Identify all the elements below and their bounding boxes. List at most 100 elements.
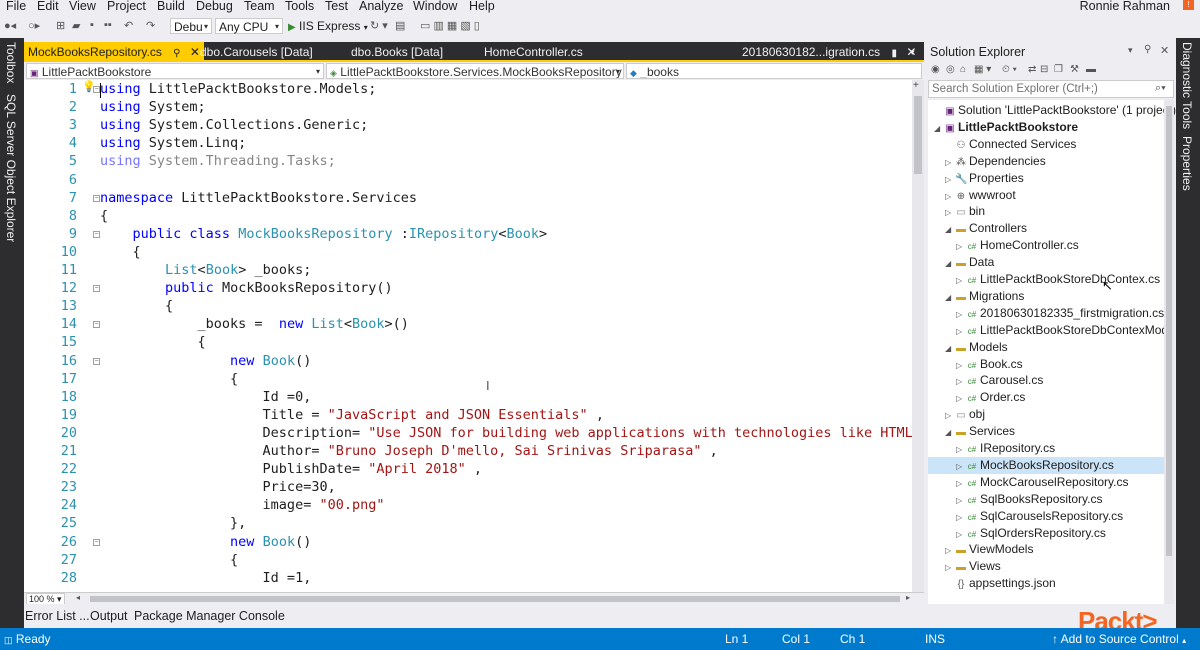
collapsed-arrow-icon[interactable]: ▷ bbox=[956, 373, 966, 390]
redo-icon[interactable]: ↷ bbox=[146, 19, 155, 33]
tree-item[interactable]: ▷ ⁂ Dependencies bbox=[945, 153, 1046, 170]
tree-item[interactable]: ▷ 🔧 Properties bbox=[945, 170, 1024, 187]
tree-item[interactable]: ▷ c# 20180630182335_firstmigration.cs bbox=[956, 305, 1164, 322]
tree-item[interactable]: ◢ ▬ Controllers bbox=[945, 220, 1027, 237]
collapsed-arrow-icon[interactable]: ▷ bbox=[956, 475, 966, 492]
code-line[interactable]: PublishDate= "April 2018" , bbox=[100, 461, 483, 477]
menu-edit[interactable]: Edit bbox=[37, 0, 59, 13]
code-line[interactable]: { bbox=[100, 371, 238, 387]
navigate-back-icon[interactable]: ●◂ bbox=[4, 19, 16, 33]
code-line[interactable]: { bbox=[100, 208, 108, 224]
properties-wrench-icon[interactable]: ⚒ bbox=[1070, 64, 1079, 75]
diagnostic-tools-tab[interactable]: Diagnostic Tools bbox=[1180, 42, 1194, 129]
tree-item[interactable]: ▷ c# LittlePacktBookStoreDbContex.cs bbox=[956, 271, 1160, 288]
project-dropdown[interactable]: ▣ LittlePacktBookstore ▾ bbox=[26, 63, 324, 79]
menu-file[interactable]: File bbox=[6, 0, 26, 13]
expanded-arrow-icon[interactable]: ◢ bbox=[945, 221, 955, 238]
collapsed-arrow-icon[interactable]: ▷ bbox=[956, 390, 966, 407]
tree-item[interactable]: ▷ c# LittlePacktBookStoreDbContexMod bbox=[956, 322, 1168, 339]
collapsed-arrow-icon[interactable]: ▷ bbox=[956, 441, 966, 458]
collapse-all-icon[interactable]: ⊟ bbox=[1040, 64, 1048, 75]
code-line[interactable]: Title = "JavaScript and JSON Essentials"… bbox=[100, 407, 604, 423]
tree-item[interactable]: ▷ c# MockCarouselRepository.cs bbox=[956, 474, 1129, 491]
menu-analyze[interactable]: Analyze bbox=[359, 0, 403, 13]
code-line[interactable]: public MockBooksRepository() bbox=[100, 280, 393, 296]
code-line[interactable]: new Book() bbox=[100, 353, 311, 369]
tab-list-dropdown-icon[interactable]: ▾ bbox=[910, 42, 915, 62]
back-icon[interactable]: ◉ bbox=[931, 64, 940, 75]
collapsed-arrow-icon[interactable]: ▷ bbox=[956, 509, 966, 526]
search-icon[interactable]: ⌕▾ bbox=[1155, 82, 1166, 95]
package-manager-console-tab[interactable]: Package Manager Console bbox=[134, 609, 285, 623]
scrollbar-thumb[interactable] bbox=[914, 96, 922, 174]
code-line[interactable]: public class MockBooksRepository :IRepos… bbox=[100, 226, 548, 242]
collapsed-arrow-icon[interactable]: ▷ bbox=[956, 458, 966, 475]
tree-item[interactable]: ▷ ▬ ViewModels bbox=[945, 541, 1033, 558]
collapse-region-icon[interactable]: − bbox=[93, 321, 100, 329]
tree-item[interactable]: ▷ c# HomeController.cs bbox=[956, 237, 1079, 254]
tree-item[interactable]: ▷ ⊕ wwwroot bbox=[945, 187, 1016, 204]
show-all-files-icon[interactable]: ❐ bbox=[1054, 64, 1063, 75]
code-line[interactable]: { bbox=[100, 244, 141, 260]
tree-item[interactable]: ◢ ▬ Migrations bbox=[945, 288, 1024, 305]
home-icon[interactable]: ⌂ bbox=[960, 64, 966, 75]
tree-item[interactable]: ⚇ Connected Services bbox=[945, 136, 1077, 153]
new-project-icon[interactable]: ⊞ bbox=[56, 19, 65, 33]
collapsed-arrow-icon[interactable]: ▷ bbox=[945, 542, 955, 559]
collapse-region-icon[interactable]: − bbox=[93, 230, 100, 238]
tree-item[interactable]: ▷ c# Order.cs bbox=[956, 389, 1025, 406]
code-line[interactable]: using System.Linq; bbox=[100, 135, 246, 151]
tree-item[interactable]: {} appsettings.json bbox=[945, 575, 1056, 592]
refresh-icon[interactable]: ↻ ▾ bbox=[370, 19, 388, 33]
horizontal-scrollbar-thumb[interactable] bbox=[90, 596, 900, 602]
save-all-icon[interactable]: ▪▪ bbox=[104, 19, 112, 33]
code-line[interactable]: { bbox=[100, 298, 173, 314]
configuration-dropdown[interactable]: Debu ▾ bbox=[170, 18, 212, 34]
collapsed-arrow-icon[interactable]: ▷ bbox=[956, 323, 966, 340]
collapsed-arrow-icon[interactable]: ▷ bbox=[956, 357, 966, 374]
collapse-region-icon[interactable]: − bbox=[93, 285, 100, 293]
tree-item[interactable]: ▷ ▬ Views bbox=[945, 558, 1001, 575]
pin-icon[interactable]: ⚲ bbox=[173, 48, 180, 59]
tree-item[interactable]: ▷ c# SqlOrdersRepository.cs bbox=[956, 525, 1106, 542]
code-line[interactable]: Id =0, bbox=[100, 389, 312, 405]
tree-item[interactable]: ◢ ▬ Models bbox=[945, 339, 1008, 356]
browser-link-icon[interactable]: ▤ bbox=[395, 19, 405, 33]
add-to-source-control-button[interactable]: ↑ Add to Source Control ▴ bbox=[1052, 632, 1186, 646]
tree-item[interactable]: ▣ Solution 'LittlePacktBookstore' (1 proj… bbox=[934, 102, 1176, 119]
collapse-region-icon[interactable]: − bbox=[93, 357, 100, 365]
code-line[interactable]: using System.Threading.Tasks; bbox=[100, 153, 336, 169]
collapsed-arrow-icon[interactable]: ▷ bbox=[956, 238, 966, 255]
run-button[interactable]: ▶ IIS Express ▾ bbox=[288, 18, 368, 34]
preview-icon[interactable]: ▬ bbox=[1086, 64, 1096, 75]
switch-views-icon[interactable]: ▦ ▾ bbox=[974, 64, 991, 75]
expanded-arrow-icon[interactable]: ◢ bbox=[945, 289, 955, 306]
toolbar-extra-icon[interactable]: ▭ ▥ ▦ ▧ ▯ bbox=[420, 19, 480, 33]
collapsed-arrow-icon[interactable]: ▷ bbox=[956, 306, 966, 323]
code-line[interactable]: Author= "Bruno Joseph D'mello, Sai Srini… bbox=[100, 443, 718, 459]
open-file-icon[interactable]: ▰ bbox=[72, 19, 80, 33]
tab-dbo-books[interactable]: dbo.Books [Data] bbox=[351, 42, 443, 62]
collapse-region-icon[interactable]: − bbox=[93, 86, 100, 93]
expanded-arrow-icon[interactable]: ◢ bbox=[945, 424, 955, 441]
error-list-tab[interactable]: Error List ... bbox=[25, 609, 90, 623]
code-line[interactable]: namespace LittlePacktBookstore.Services bbox=[100, 190, 417, 206]
code-line[interactable]: using System; bbox=[100, 99, 206, 115]
code-line[interactable]: image= "00.png" bbox=[100, 497, 385, 513]
collapsed-arrow-icon[interactable]: ▷ bbox=[945, 407, 955, 424]
close-icon[interactable]: ✕ bbox=[190, 45, 200, 59]
undo-icon[interactable]: ↶ bbox=[124, 19, 133, 33]
menu-project[interactable]: Project bbox=[107, 0, 146, 13]
code-line[interactable]: _books = new List<Book>() bbox=[100, 316, 409, 332]
scroll-right-icon[interactable]: ▸ bbox=[906, 593, 910, 602]
code-line[interactable]: using LittlePacktBookstore.Models; bbox=[100, 81, 376, 97]
menu-debug[interactable]: Debug bbox=[196, 0, 233, 13]
window-options-icon[interactable]: ▾ bbox=[1128, 45, 1133, 56]
platform-dropdown[interactable]: Any CPU ▾ bbox=[215, 18, 283, 34]
search-input[interactable]: Search Solution Explorer (Ctrl+;) bbox=[932, 83, 1098, 95]
collapse-region-icon[interactable]: − bbox=[93, 194, 100, 202]
expanded-arrow-icon[interactable]: ◢ bbox=[934, 120, 944, 137]
tree-item[interactable]: ▷ c# SqlCarouselsRepository.cs bbox=[956, 508, 1123, 525]
split-editor-icon[interactable]: + bbox=[913, 80, 919, 91]
tree-item[interactable]: ▷ c# MockBooksRepository.cs bbox=[956, 457, 1114, 474]
